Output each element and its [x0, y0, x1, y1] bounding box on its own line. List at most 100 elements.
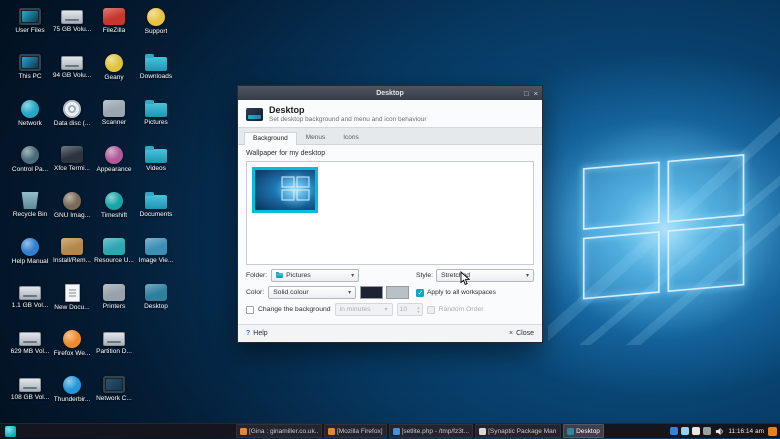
desktop-icon-label: Help Manual [11, 258, 49, 265]
desktop-icon[interactable]: FileZilla [93, 4, 135, 50]
desktop-icon[interactable]: Desktop [135, 280, 177, 326]
tray-icon[interactable] [703, 427, 712, 435]
taskbar-window-label: [Mozilla Firefox] [337, 427, 383, 435]
desktop-icon-label: Documents [139, 211, 173, 218]
folder-label: Folder: [246, 272, 268, 279]
desktop-icon[interactable]: 108 GB Vol... [9, 372, 51, 418]
volume-drive-icon [61, 56, 83, 70]
wallpaper-thumbnail[interactable] [252, 167, 318, 213]
desktop-icon[interactable]: 94 GB Volu... [51, 50, 93, 96]
dialog-titlebar[interactable]: Desktop □ × [238, 86, 542, 100]
tray-icon[interactable] [670, 427, 679, 435]
tray-icon[interactable] [681, 427, 690, 435]
desktop-icon[interactable]: Recycle Bin [9, 188, 51, 234]
random-order-label: Random Order [438, 306, 484, 313]
desktop-icon-label: 1.1 GB Vol... [11, 302, 49, 309]
desktop-icon[interactable]: This PC [9, 50, 51, 96]
desktop-icon-label: Install/Rem... [53, 257, 91, 264]
desktop-icon[interactable]: Geany [93, 50, 135, 96]
desktop-icon[interactable]: Documents [135, 188, 177, 234]
color-swatch[interactable] [386, 286, 410, 299]
wallpaper-list[interactable] [246, 161, 534, 265]
taskbar-window-button[interactable]: Desktop [563, 424, 604, 438]
desktop-icon[interactable]: Downloads [135, 50, 177, 96]
desktop-icon[interactable]: Network C... [93, 372, 135, 418]
desktop-icon-label: Resource U... [94, 257, 134, 264]
desktop-icon[interactable]: Install/Rem... [51, 234, 93, 280]
desktop-icon[interactable]: Control Pa... [9, 142, 51, 188]
tab-background[interactable]: Background [244, 132, 297, 145]
help-manual-icon [21, 238, 39, 256]
close-button[interactable]: × [534, 89, 538, 98]
desktop-icon[interactable]: Timeshift [93, 188, 135, 234]
taskbar-window-button[interactable]: [Synaptic Package Man... [475, 424, 562, 438]
firefox-icon [328, 427, 335, 435]
desktop-icon-label: Partition D... [96, 348, 132, 355]
system-tray: 11:16:14 am [670, 424, 780, 439]
taskbar-window-button[interactable]: [Mozilla Firefox] [324, 424, 387, 438]
clock[interactable]: 11:16:14 am [728, 428, 764, 435]
terminal-icon [61, 146, 83, 163]
desktop-icon[interactable]: Help Manual [9, 234, 51, 280]
color-dropdown[interactable]: Solid colour [268, 286, 357, 299]
data-disc-icon [63, 100, 81, 118]
desktop-icon-label: Desktop [144, 303, 168, 310]
desktop-icon[interactable]: Firefox We... [51, 326, 93, 372]
desktop-icon-label: 75 GB Volu... [52, 26, 92, 33]
desktop-icon[interactable]: Scanner [93, 96, 135, 142]
random-order-checkbox[interactable] [426, 305, 435, 314]
desktop-icon[interactable]: Image Vie... [135, 234, 177, 280]
desktop-icon[interactable]: Support [135, 4, 177, 50]
desktop-settings-icon [246, 107, 263, 121]
desktop-icon[interactable]: GNU Imag... [51, 188, 93, 234]
tray-icon[interactable] [692, 427, 701, 435]
folder-dropdown[interactable]: Pictures [271, 269, 360, 282]
desktop-icon-label: Thunderbir... [53, 396, 91, 403]
updates-icon[interactable] [768, 426, 777, 436]
folder-dropdown-value: Pictures [286, 272, 311, 279]
desktop-icon[interactable]: Xfce Termi... [51, 142, 93, 188]
desktop-icon[interactable]: Network [9, 96, 51, 142]
taskbar-window-button[interactable]: [setlite.php - /tmp/fz3t... [388, 424, 474, 438]
wallpaper-section-label: Wallpaper for my desktop [246, 150, 326, 157]
maximize-button[interactable]: □ [524, 89, 529, 98]
style-label: Style: [416, 272, 433, 279]
background-tab-panel: Wallpaper for my desktop Folder: Picture… [238, 145, 542, 324]
desktop-settings-icon [145, 284, 167, 301]
desktop-icon[interactable]: 75 GB Volu... [51, 4, 93, 50]
apply-all-workspaces-checkbox[interactable] [416, 288, 424, 297]
volume-icon[interactable] [715, 427, 724, 436]
interval-dropdown[interactable]: in minutes [334, 303, 393, 316]
style-dropdown[interactable]: Stretched [436, 269, 534, 282]
interval-spinner[interactable]: 10 [396, 303, 423, 316]
desktop-icon[interactable]: 1.1 GB Vol... [9, 280, 51, 326]
tab-menus[interactable]: Menus [297, 131, 335, 144]
desktop-icon[interactable]: Thunderbir... [51, 372, 93, 418]
desktop-settings-dialog: Desktop □ × Desktop Set desktop backgrou… [237, 85, 543, 343]
spinner-arrows-icon[interactable] [417, 306, 419, 314]
desktop-icon[interactable]: Data disc (... [51, 96, 93, 142]
desktop-icon[interactable]: 629 MB Vol... [9, 326, 51, 372]
desktop-icon-label: Support [144, 28, 168, 35]
desktop-icon[interactable]: New Docu... [51, 280, 93, 326]
desktop-icon[interactable]: Appearance [93, 142, 135, 188]
taskbar-window-button[interactable]: [Gina : ginamiller.co.uk... [236, 424, 322, 438]
menu-button[interactable] [0, 424, 20, 439]
this-pc-icon [19, 54, 41, 71]
desktop-icon[interactable]: Partition D... [93, 326, 135, 372]
close-footer-button[interactable]: × Close [509, 330, 534, 337]
desktop-icon-label: Videos [146, 165, 166, 172]
desktop-icon[interactable]: Pictures [135, 96, 177, 142]
firefox-icon [240, 427, 247, 435]
synaptic-icon [479, 427, 487, 435]
volume-drive-icon [19, 286, 41, 300]
help-button[interactable]: ? Help [246, 330, 268, 337]
desktop-icon[interactable]: User Files [9, 4, 51, 50]
desktop-icon[interactable]: Videos [135, 142, 177, 188]
change-background-checkbox[interactable] [246, 305, 254, 314]
color-swatch[interactable] [360, 286, 384, 299]
documents-folder-icon [145, 192, 167, 209]
tab-icons[interactable]: Icons [334, 131, 368, 144]
desktop-icon[interactable]: Printers [93, 280, 135, 326]
desktop-icon[interactable]: Resource U... [93, 234, 135, 280]
